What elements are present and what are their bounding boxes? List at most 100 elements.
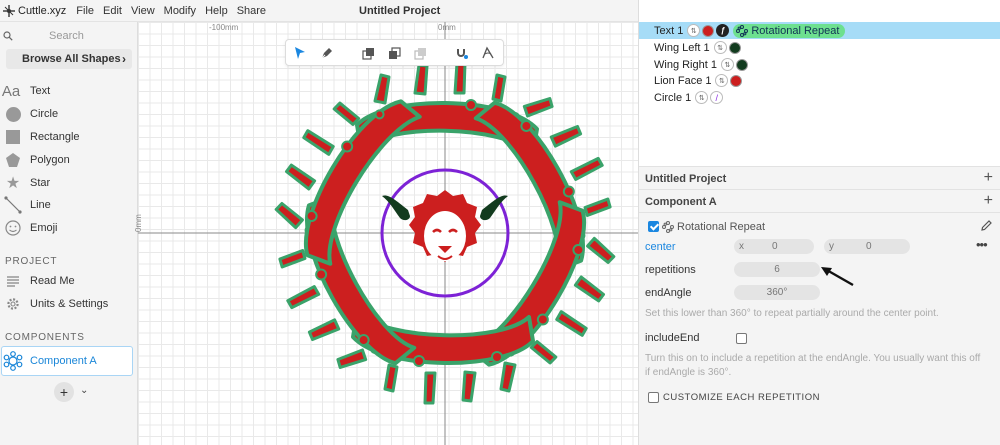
field-value: 0 (772, 241, 778, 252)
menu-bar: Cuttle.xyz File Edit View Modify Help Sh… (0, 0, 638, 22)
add-component-button[interactable]: + (54, 382, 74, 402)
center-label[interactable]: center (645, 241, 676, 253)
shape-item-rectangle[interactable]: Rectangle (0, 126, 138, 148)
project-section-header: PROJECT (5, 256, 58, 267)
customize-each-repetition-checkbox[interactable] (648, 392, 659, 403)
component-label: Component A (30, 355, 97, 367)
layer-name: Wing Right 1 (654, 58, 717, 71)
magnet-snap-icon[interactable] (454, 45, 470, 61)
annotation-arrow-icon (821, 267, 854, 287)
ruler-label-minus-100: -100mm (209, 23, 239, 32)
layer-row-lion-face-1[interactable]: Lion Face 1 ⇅ (639, 72, 1000, 89)
menu-modify[interactable]: Modify (164, 5, 196, 17)
shape-label: Line (30, 199, 51, 211)
circle-icon (0, 106, 22, 122)
include-end-checkbox[interactable] (736, 333, 747, 344)
components-section-header: COMPONENTS (5, 332, 85, 343)
shape-item-text[interactable]: Aa Text (0, 80, 138, 102)
select-arrow-icon[interactable] (292, 45, 308, 61)
center-x-field[interactable]: x 0 (734, 239, 814, 254)
pencil-edit-icon[interactable] (980, 219, 993, 232)
transform-chip-icon[interactable]: ⇅ (695, 91, 709, 104)
pen-tool-icon[interactable] (318, 45, 334, 61)
layer-row-text-1[interactable]: Text 1 ⇅ ƒ Rotational Repeat (639, 22, 1000, 39)
polygon-icon (0, 152, 22, 168)
menu-help[interactable]: Help (205, 5, 228, 17)
text-aa-icon: Aa (1, 82, 21, 100)
design-canvas[interactable] (138, 22, 638, 445)
browse-label: Browse All Shapes (22, 53, 121, 65)
fill-color-swatch[interactable] (702, 24, 715, 37)
transform-chip-icon[interactable]: ⇅ (715, 74, 729, 87)
repetitions-field[interactable]: 6 (734, 262, 820, 277)
more-options-icon[interactable]: ••• (976, 237, 988, 252)
browse-all-shapes-button[interactable]: Browse All Shapes › (6, 49, 132, 69)
field-prefix: x (739, 241, 744, 252)
rotational-repeat-icon (736, 24, 749, 37)
fill-color-swatch[interactable] (728, 41, 741, 54)
fill-color-swatch[interactable] (730, 74, 743, 87)
star-icon: ★ (5, 175, 21, 192)
rotational-repeat-icon (662, 221, 674, 233)
customize-each-repetition-label: CUSTOMIZE EACH REPETITION (663, 392, 820, 403)
stroke-color-icon[interactable]: / (710, 91, 724, 104)
component-item-a[interactable]: Component A (1, 346, 133, 376)
shape-item-polygon[interactable]: Polygon (0, 149, 138, 171)
shape-item-emoji[interactable]: Emoji (0, 217, 138, 239)
layer-row-wing-left-1[interactable]: Wing Left 1 ⇅ (639, 39, 1000, 56)
rectangle-icon (0, 130, 22, 144)
shape-label: Rectangle (30, 131, 80, 143)
transform-chip-icon[interactable]: ⇅ (687, 24, 701, 37)
field-value: 360° (766, 287, 788, 298)
shape-label: Polygon (30, 154, 70, 166)
project-item-label: Read Me (30, 275, 75, 287)
transform-chip-icon[interactable]: ⇅ (713, 41, 727, 54)
untitled-project-section[interactable]: Untitled Project + (639, 166, 1000, 190)
document-icon (0, 274, 22, 288)
component-icon (3, 351, 23, 371)
plus-icon[interactable]: + (984, 192, 993, 210)
shape-item-star[interactable]: ★ Star (0, 172, 138, 194)
chevron-right-icon: › (122, 52, 126, 66)
repetitions-label: repetitions (645, 264, 696, 276)
bring-forward-icon[interactable] (360, 45, 376, 61)
center-y-field[interactable]: y 0 (824, 239, 910, 254)
measure-angle-icon[interactable] (480, 45, 496, 61)
project-item-label: Units & Settings (30, 298, 109, 310)
ruler-label-side-0: 0mm (134, 214, 143, 232)
fill-color-swatch[interactable] (735, 58, 748, 71)
right-panel: Text 1 ⇅ ƒ Rotational Repeat Wing Left 1… (638, 0, 1000, 445)
transform-chip-icon[interactable]: ⇅ (720, 58, 734, 71)
layer-row-circle-1[interactable]: Circle 1 ⇅ / (639, 89, 1000, 106)
menu-file[interactable]: File (76, 5, 94, 17)
layer-row-wing-right-1[interactable]: Wing Right 1 ⇅ (639, 56, 1000, 73)
shape-item-line[interactable]: Line (0, 194, 138, 216)
menu-edit[interactable]: Edit (103, 5, 122, 17)
section-title: Component A (645, 195, 717, 208)
search-input[interactable]: Search (0, 27, 132, 45)
include-end-hint: Turn this on to include a repetition at … (645, 353, 981, 378)
shape-item-circle[interactable]: Circle (0, 103, 138, 125)
layer-name: Lion Face 1 (654, 74, 712, 87)
end-angle-hint: Set this lower than 360° to repeat parti… (645, 308, 939, 319)
end-angle-field[interactable]: 360° (734, 285, 820, 300)
badge-label: Rotational Repeat (751, 24, 840, 37)
project-item-read-me[interactable]: Read Me (0, 270, 138, 292)
menu-share[interactable]: Share (237, 5, 266, 17)
chevron-down-icon[interactable]: ⌄ (80, 385, 88, 396)
arrange-disabled-icon[interactable] (412, 45, 428, 61)
modifier-enabled-checkbox[interactable] (648, 221, 659, 232)
gear-icon (0, 297, 22, 311)
component-a-section[interactable]: Component A + (639, 189, 1000, 213)
project-title[interactable]: Untitled Project (359, 5, 440, 17)
shape-label: Emoji (30, 222, 58, 234)
rotational-repeat-badge[interactable]: Rotational Repeat (733, 23, 846, 38)
section-title: Untitled Project (645, 172, 727, 185)
script-function-icon[interactable]: ƒ (716, 24, 730, 37)
app-brand[interactable]: Cuttle.xyz (18, 5, 66, 17)
plus-icon[interactable]: + (984, 169, 993, 187)
layer-name: Wing Left 1 (654, 41, 710, 54)
menu-view[interactable]: View (131, 5, 155, 17)
send-backward-icon[interactable] (386, 45, 402, 61)
project-item-units-settings[interactable]: Units & Settings (0, 293, 138, 315)
